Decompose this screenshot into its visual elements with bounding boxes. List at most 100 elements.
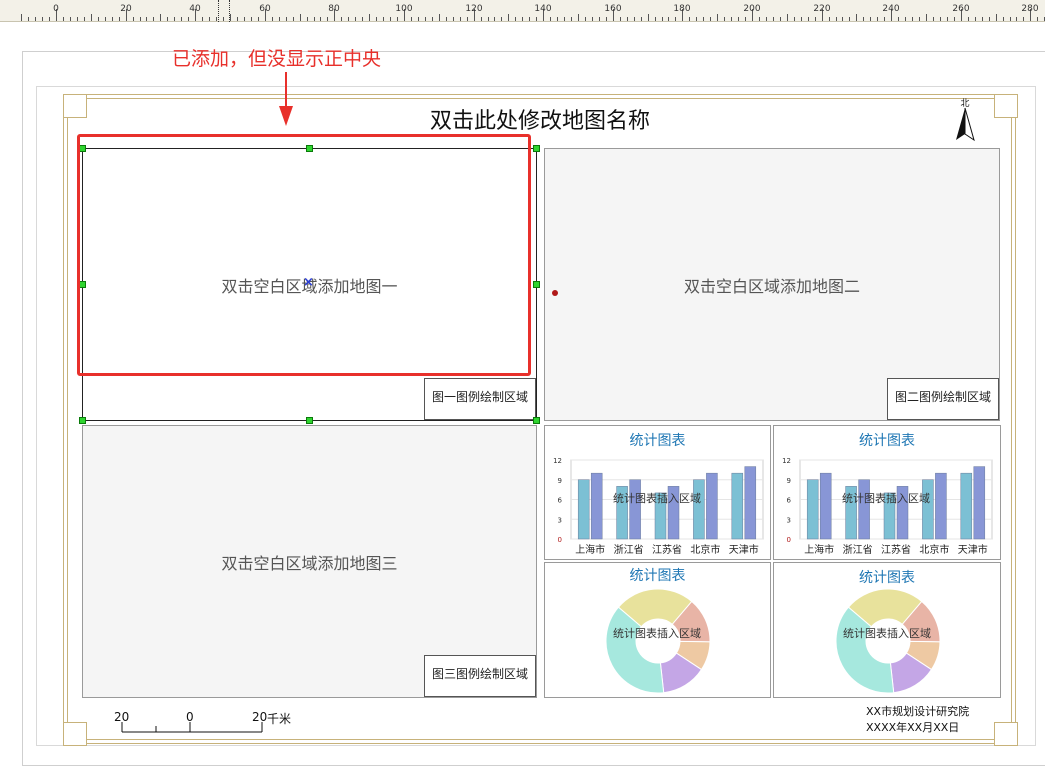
chart-pie-1-insert-label: 统计图表插入区域 — [613, 627, 701, 640]
bar — [922, 479, 934, 540]
ruler-tick — [585, 17, 586, 21]
ruler-tick — [133, 17, 134, 21]
ruler-tick — [940, 17, 941, 21]
ruler-tick — [348, 17, 349, 21]
ruler-tick — [237, 17, 238, 21]
bar — [731, 472, 744, 540]
ruler-tick — [1003, 17, 1004, 21]
ruler-tick — [397, 17, 398, 21]
ruler-tick — [293, 17, 294, 21]
ruler-label: 0 — [53, 4, 59, 14]
ruler-label: 40 — [189, 4, 201, 14]
footer-date: XXXX年XX月XX日 — [866, 721, 960, 734]
ruler-tick — [668, 17, 669, 21]
selection-handle-bottom-left[interactable] — [79, 417, 86, 424]
bar — [935, 472, 947, 540]
selection-handle-bottom-right[interactable] — [533, 417, 540, 424]
ruler-tick — [641, 17, 642, 21]
ruler-tick — [536, 17, 537, 21]
chart-pie-2[interactable]: 统计图表 统计图表插入区域 — [773, 562, 1001, 698]
ruler-tick — [759, 17, 760, 21]
scale-bar-unit-label: 千米 — [267, 712, 292, 726]
ruler-label: 200 — [743, 4, 761, 14]
bar-ytick-label: 0 — [787, 536, 791, 544]
ruler-tick — [216, 17, 217, 21]
ruler-tick — [627, 17, 628, 21]
ruler-tick — [446, 17, 447, 21]
ruler-tick — [307, 17, 308, 21]
chart-pie-1[interactable]: 统计图表 统计图表插入区域 — [544, 562, 771, 698]
ruler-tick — [91, 14, 92, 21]
selection-handle-bottom[interactable] — [306, 417, 313, 424]
ruler-tick — [425, 17, 426, 21]
ruler-tick — [390, 17, 391, 21]
ruler-tick — [655, 17, 656, 21]
bar-ytick-label: 3 — [787, 516, 791, 524]
ruler-tick — [49, 17, 50, 21]
ruler-tick — [488, 17, 489, 21]
map3-legend-area[interactable]: 图三图例绘制区域 — [424, 655, 536, 697]
bar-ytick-label: 0 — [558, 536, 562, 544]
ruler-tick — [829, 17, 830, 21]
ruler-tick — [648, 14, 649, 21]
ruler-tick — [515, 17, 516, 21]
north-arrow-icon — [956, 107, 975, 142]
ruler-tick — [724, 17, 725, 21]
ruler-tick — [272, 17, 273, 21]
ruler-tick — [689, 17, 690, 21]
ruler-tick — [592, 17, 593, 21]
north-arrow[interactable]: 北 — [952, 96, 978, 144]
bar-category-label: 上海市 — [804, 543, 834, 556]
bar-category-label: 江苏省 — [652, 543, 682, 556]
ruler-tick — [703, 17, 704, 21]
ruler-tick — [1037, 17, 1038, 21]
ruler-tick — [1010, 17, 1011, 21]
ruler-tick — [209, 17, 210, 21]
map3-frame[interactable]: 双击空白区域添加地图三 图三图例绘制区域 — [82, 425, 537, 698]
ruler-label: 180 — [673, 4, 691, 14]
chart-bar-1[interactable]: 统计图表 0 3 6 9 12 上海市 浙江省 江苏省 北京市 天津市 统计图表插入区域 — [544, 425, 771, 560]
ruler-label: 140 — [534, 4, 552, 14]
ruler-tick — [634, 17, 635, 21]
ruler-tick — [112, 17, 113, 21]
ruler-tick — [766, 17, 767, 21]
ruler-label: 280 — [1021, 4, 1039, 14]
ruler-tick — [989, 17, 990, 21]
map2-frame[interactable]: 双击空白区域添加地图二 图二图例绘制区域 — [544, 148, 1000, 421]
ruler-tick — [919, 17, 920, 21]
ruler-tick — [599, 17, 600, 21]
selection-handle-right[interactable] — [533, 281, 540, 288]
annotation-highlight-box — [77, 134, 531, 376]
bar-ytick-label: 9 — [558, 477, 562, 485]
ruler-label: 240 — [882, 4, 900, 14]
bar-ytick-label: 12 — [553, 457, 562, 465]
ruler-tick — [467, 17, 468, 21]
ruler-tick — [432, 17, 433, 21]
ruler-tick — [557, 17, 558, 21]
bar-ytick-label: 9 — [787, 477, 791, 485]
ruler-tick — [439, 14, 440, 21]
ruler-tick — [167, 17, 168, 21]
annotation-arrow-icon — [279, 72, 293, 126]
selection-handle-top-right[interactable] — [533, 145, 540, 152]
bar-category-label: 上海市 — [575, 543, 605, 556]
ruler-tick — [77, 17, 78, 21]
ruler-tick — [21, 14, 22, 21]
map1-legend-area[interactable]: 图一图例绘制区域 — [424, 378, 536, 420]
ruler-tick — [571, 17, 572, 21]
horizontal-ruler[interactable]: 0 20 40 60 80 100 120 140 160 180 200 220 240 260 280 — [0, 0, 1045, 22]
ruler-tick — [662, 17, 663, 21]
ruler-tick — [975, 17, 976, 21]
ruler-tick — [300, 14, 301, 21]
bar — [806, 479, 819, 540]
ruler-tick — [745, 17, 746, 21]
ruler-tick — [675, 17, 676, 21]
ruler-tick — [808, 17, 809, 21]
footer-info[interactable]: XX市规划设计研究院 XXXX年XX月XX日 — [860, 704, 1000, 736]
ruler-tick — [738, 17, 739, 21]
ruler-tick — [550, 17, 551, 21]
map2-legend-area[interactable]: 图二图例绘制区域 — [887, 378, 999, 420]
scale-bar[interactable]: 20 0 20 千米 — [110, 708, 310, 738]
chart-bar-2[interactable]: 统计图表 0 3 6 9 12 上海市 浙江省 江苏省 北京市 天津市 统计图表插入区域 — [773, 425, 1001, 560]
frame-corner-top-right — [994, 94, 1018, 118]
